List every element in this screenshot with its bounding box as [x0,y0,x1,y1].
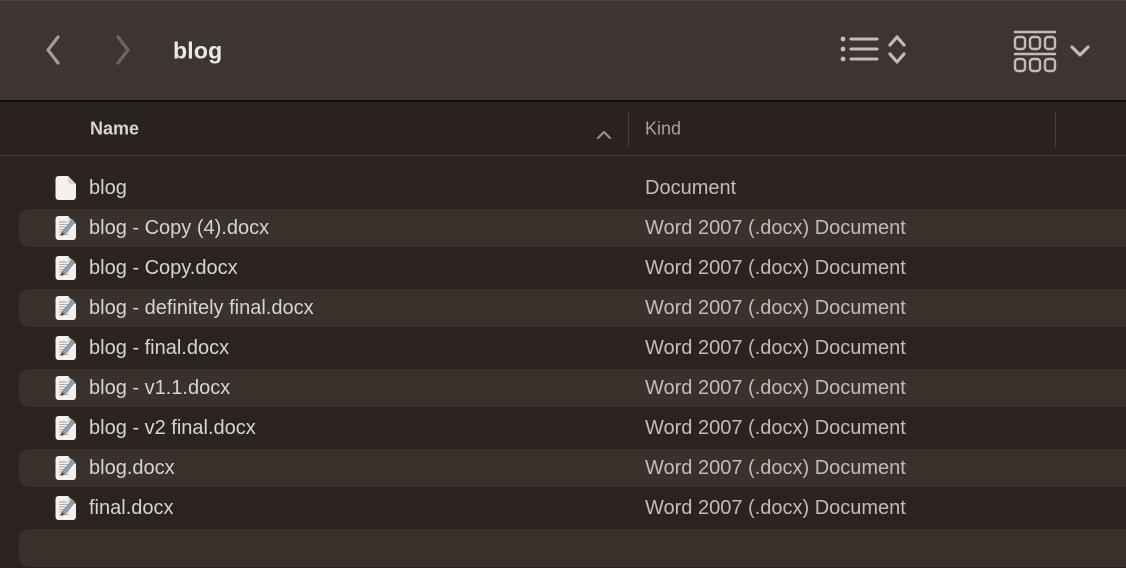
file-name: blog - final.docx [89,337,229,360]
grid-view-icon [1012,61,1092,76]
finder-toolbar: blog [0,0,1126,102]
list-sort-icon [836,56,912,71]
file-kind: Word 2007 (.docx) Document [645,497,906,520]
file-kind: Word 2007 (.docx) Document [645,377,906,400]
file-row[interactable]: blog - Copy.docx Word 2007 (.docx) Docum… [0,248,1126,288]
file-name: final.docx [89,497,174,520]
file-row[interactable]: blog - final.docx Word 2007 (.docx) Docu… [0,328,1126,368]
file-list: blog Document blog - Copy (4).docx Word … [0,156,1126,568]
empty-row-stripe [0,528,1126,568]
file-name: blog - Copy.docx [89,257,238,280]
text-document-icon [53,215,79,241]
file-row[interactable]: blog - v1.1.docx Word 2007 (.docx) Docum… [0,368,1126,408]
column-header-name[interactable]: Name [90,118,139,139]
chevron-right-icon [112,34,134,66]
file-row[interactable]: final.docx Word 2007 (.docx) Document [0,488,1126,528]
view-options-button[interactable] [1012,27,1092,76]
file-name: blog - definitely final.docx [89,297,314,320]
file-name: blog - v1.1.docx [89,377,230,400]
back-button[interactable] [42,34,64,66]
file-name: blog - v2 final.docx [89,417,256,440]
text-document-icon [53,255,79,281]
file-kind: Word 2007 (.docx) Document [645,257,906,280]
file-row[interactable]: blog - Copy (4).docx Word 2007 (.docx) D… [0,208,1126,248]
column-header-kind[interactable]: Kind [645,118,681,139]
file-row[interactable]: blog - v2 final.docx Word 2007 (.docx) D… [0,408,1126,448]
column-resize-handle[interactable] [1055,111,1056,147]
blank-document-icon [53,175,79,201]
list-column-header: Name Kind [0,102,1126,156]
sort-group-button[interactable] [836,30,912,71]
file-row[interactable]: blog Document [0,168,1126,208]
file-kind: Word 2007 (.docx) Document [645,337,906,360]
file-name: blog [89,177,127,200]
file-name: blog.docx [89,457,175,480]
forward-button[interactable] [112,34,134,66]
file-name: blog - Copy (4).docx [89,217,269,240]
text-document-icon [53,335,79,361]
file-kind: Word 2007 (.docx) Document [645,297,906,320]
file-kind: Word 2007 (.docx) Document [645,417,906,440]
sort-ascending-icon [596,126,612,144]
file-row[interactable]: blog.docx Word 2007 (.docx) Document [0,448,1126,488]
text-document-icon [53,495,79,521]
column-resize-handle[interactable] [628,111,629,147]
file-row[interactable]: blog - definitely final.docx Word 2007 (… [0,288,1126,328]
text-document-icon [53,455,79,481]
text-document-icon [53,295,79,321]
text-document-icon [53,375,79,401]
text-document-icon [53,415,79,441]
file-kind: Word 2007 (.docx) Document [645,217,906,240]
file-kind: Word 2007 (.docx) Document [645,457,906,480]
window-title: blog [173,38,222,65]
chevron-left-icon [42,34,64,66]
file-kind: Document [645,177,736,200]
